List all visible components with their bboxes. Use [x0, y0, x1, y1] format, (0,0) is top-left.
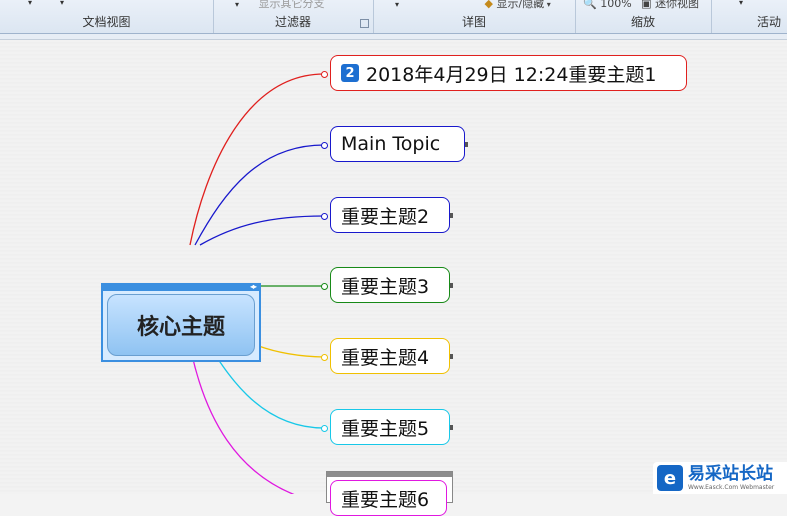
- ribbon-group-filter: ▾ 显示其它分支 过滤器 .: [213, 0, 374, 33]
- topic-5[interactable]: 重要主题5: [330, 409, 453, 445]
- connector-line: [194, 144, 325, 246]
- resize-handle[interactable]: [450, 283, 453, 288]
- connector-line: [199, 215, 325, 246]
- dropdown-arrow-icon[interactable]: ▾: [544, 0, 551, 9]
- topic-3[interactable]: 重要主题3: [330, 267, 453, 303]
- mini-view-button[interactable]: 迷你视图: [655, 0, 699, 10]
- mini-view-icon: ▣: [641, 0, 652, 10]
- watermark: e 易采站长站 Www.Easck.Com Webmaster: [653, 462, 787, 494]
- resize-handle[interactable]: [450, 425, 453, 430]
- ribbon-group-activity: ▾ 活动: [711, 0, 787, 33]
- dropdown-arrow-icon[interactable]: ▾: [395, 0, 399, 9]
- topic-label: 重要主题6: [341, 488, 430, 511]
- topic-label: 重要主题5: [341, 417, 430, 440]
- show-hide-icon: ◆: [484, 0, 493, 10]
- mindmap-canvas[interactable]: 2 2018年4月29日 12:24重要主题1 Main Topic 重要主题2…: [0, 40, 787, 516]
- selection-bar: [327, 472, 452, 477]
- ribbon-group-label: 文档视图: [82, 15, 131, 29]
- topic-4[interactable]: 重要主题4: [330, 338, 453, 374]
- ribbon-group-document-view: ▾ ▾ 文档视图: [0, 0, 214, 33]
- priority-2-icon: 2: [341, 64, 359, 82]
- ribbon-group-zoom: 🔍 100% ▣ 迷你视图 缩放: [575, 0, 712, 33]
- connector-dot[interactable]: [321, 283, 328, 290]
- dialog-launcher-icon[interactable]: .: [360, 19, 369, 28]
- watermark-title: 易采站长站: [688, 463, 773, 484]
- ribbon: ▾ ▾ 文档视图 ▾ 显示其它分支 过滤器 . ▾ ◆ 显示/隐藏 ▾ 详图 🔍 …: [0, 0, 787, 34]
- selected-topic-frame[interactable]: 重要主题6: [326, 471, 453, 516]
- dropdown-arrow-icon[interactable]: ▾: [60, 0, 64, 7]
- ribbon-group-detail: ▾ ◆ 显示/隐藏 ▾ 详图: [373, 0, 576, 33]
- ribbon-group-label: 过滤器: [274, 15, 311, 29]
- show-other-branches-button[interactable]: 显示其它分支: [259, 0, 325, 10]
- ribbon-group-label: 活动: [757, 15, 782, 29]
- connector-dot[interactable]: [321, 142, 328, 149]
- zoom-icon: 🔍: [583, 0, 597, 10]
- topic-main-topic[interactable]: Main Topic: [330, 126, 468, 162]
- site-logo-icon: e: [657, 465, 683, 491]
- selection-bar: ◂▸: [103, 282, 259, 291]
- central-topic-label: 核心主题: [107, 294, 255, 356]
- topic-label: 重要主题3: [341, 275, 430, 298]
- topic-label: Main Topic: [341, 133, 441, 155]
- connector-dot[interactable]: [321, 213, 328, 220]
- connector-dot[interactable]: [321, 354, 328, 361]
- topic-6[interactable]: 重要主题6: [330, 480, 447, 516]
- connector-dot[interactable]: [321, 71, 328, 78]
- central-topic[interactable]: ◂▸ 核心主题: [101, 282, 261, 362]
- topic-label: 重要主题2: [341, 205, 430, 228]
- ribbon-group-label: 详图: [461, 15, 486, 29]
- show-hide-button[interactable]: 显示/隐藏: [496, 0, 544, 10]
- dropdown-arrow-icon[interactable]: ▾: [739, 0, 743, 7]
- resize-handle[interactable]: [450, 354, 453, 359]
- ribbon-group-label: 缩放: [630, 15, 655, 29]
- connector-dot[interactable]: [321, 425, 328, 432]
- topic-label: 2018年4月29日 12:24重要主题1: [366, 63, 657, 86]
- topic-2[interactable]: 重要主题2: [330, 197, 453, 233]
- expand-arrows-icon[interactable]: ◂▸: [250, 282, 257, 291]
- resize-handle[interactable]: [450, 213, 453, 218]
- dropdown-arrow-icon[interactable]: ▾: [235, 0, 239, 9]
- watermark-subtitle: Www.Easck.Com Webmaster: [688, 483, 775, 491]
- topic-1[interactable]: 2 2018年4月29日 12:24重要主题1: [330, 55, 687, 91]
- zoom-100-button[interactable]: 100%: [600, 0, 631, 10]
- dropdown-arrow-icon[interactable]: ▾: [28, 0, 32, 7]
- topic-label: 重要主题4: [341, 346, 430, 369]
- resize-handle[interactable]: [465, 142, 468, 147]
